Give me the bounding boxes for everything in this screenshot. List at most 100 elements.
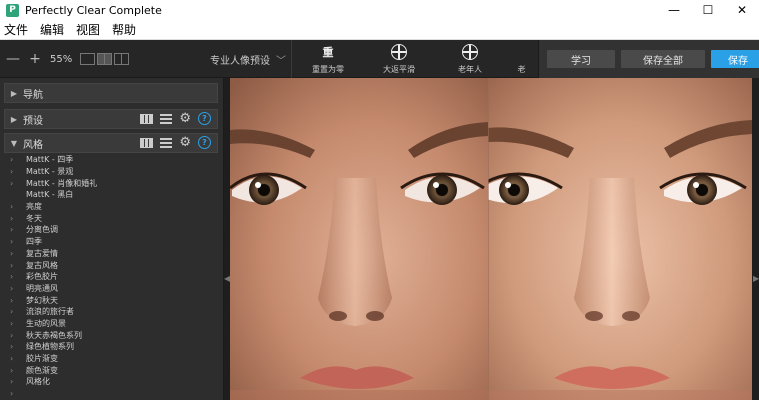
ball-icon: [462, 44, 478, 60]
reset-icon: 重: [322, 46, 334, 59]
style-list-item[interactable]: › 复古风格: [0, 259, 224, 271]
before-after-divider[interactable]: [488, 78, 489, 400]
style-item-label: 彩色胶片: [26, 272, 58, 282]
zoom-level: 55%: [50, 53, 73, 65]
style-list-item[interactable]: › 复古爱情: [0, 248, 224, 260]
view-side-by-side-button[interactable]: [114, 53, 130, 65]
left-panel: ▶ 导航 ▶ 预设 ⚙ ? ▼ 风格 ⚙ ? › MattK - 四季 › MattK…: [0, 78, 224, 400]
style-list-item[interactable]: ›: [0, 388, 224, 400]
style-item-label: 冬天: [26, 213, 42, 223]
preset-label: 老年人: [458, 65, 482, 74]
style-item-label: MattK - 黑白: [26, 190, 74, 200]
title-bar: P Perfectly Clear Complete — ☐ ✕: [0, 0, 759, 20]
gear-icon[interactable]: ⚙: [179, 136, 191, 149]
style-list-item[interactable]: › 亮度: [0, 201, 224, 213]
maximize-button[interactable]: ☐: [691, 0, 725, 20]
style-item-label: MattK - 四季: [26, 155, 74, 165]
section-styles[interactable]: ▼ 风格 ⚙ ?: [4, 133, 218, 153]
chevron-right-icon: ›: [10, 178, 14, 188]
style-list-item[interactable]: › 分离色调: [0, 224, 224, 236]
help-icon[interactable]: ?: [198, 112, 211, 125]
style-item-label: 四季: [26, 237, 42, 247]
chevron-down-icon: ﹀: [276, 56, 286, 67]
chevron-right-icon: ›: [10, 272, 14, 282]
style-list-item[interactable]: › 四季: [0, 236, 224, 248]
after-image: [488, 78, 752, 400]
style-list-item[interactable]: › 绿色植物系列: [0, 341, 224, 353]
save-all-button[interactable]: 保存全部: [621, 50, 705, 68]
preset-partial-button[interactable]: 老: [505, 42, 538, 76]
chevron-right-icon: ›: [10, 260, 14, 270]
preset-label: 重置为零: [312, 65, 344, 74]
collapse-right-icon: ▶: [10, 114, 18, 124]
grid-view-icon[interactable]: [140, 137, 154, 148]
list-view-icon[interactable]: [160, 113, 173, 124]
chevron-right-icon: ›: [10, 202, 14, 212]
menu-file[interactable]: 文件: [0, 21, 34, 38]
chevron-right-icon: ›: [10, 318, 14, 328]
style-item-label: 流浪的旅行者: [26, 307, 74, 317]
style-item-label: 绿色植物系列: [26, 342, 74, 352]
learn-button[interactable]: 学习: [547, 50, 615, 68]
close-button[interactable]: ✕: [725, 0, 759, 20]
image-preview-area: ◀ ▶ ▼: [224, 78, 759, 400]
style-list-item[interactable]: › 胶片渐变: [0, 353, 224, 365]
style-item-label: 生动的风景: [26, 318, 66, 328]
list-view-icon[interactable]: [160, 137, 173, 148]
style-list-item[interactable]: › 风格化: [0, 376, 224, 388]
chevron-right-icon: ›: [10, 248, 14, 258]
style-item-label: 胶片渐变: [26, 354, 58, 364]
menu-view[interactable]: 视图: [70, 21, 106, 38]
style-item-label: MattK - 景观: [26, 167, 74, 177]
chevron-right-icon: ›: [10, 342, 14, 352]
style-list-item[interactable]: › 秋天赤褐色系列: [0, 329, 224, 341]
preset-dropdown-value: 专业人像预设: [210, 56, 270, 67]
menu-help[interactable]: 帮助: [106, 21, 142, 38]
zoom-out-button[interactable]: —: [6, 51, 20, 67]
style-list-item[interactable]: › 颜色渐变: [0, 364, 224, 376]
zoom-controls: — + 55%: [6, 51, 130, 67]
preset-smooth-button[interactable]: 大返平滑: [363, 42, 435, 76]
section-title: 风格: [23, 139, 43, 151]
style-item-label: 分离色调: [26, 225, 58, 235]
style-item-label: MattK - 肖像和婚礼: [26, 178, 98, 188]
window-controls: — ☐ ✕: [657, 0, 759, 20]
window-title: Perfectly Clear Complete: [25, 3, 162, 17]
minimize-button[interactable]: —: [657, 0, 691, 20]
style-list-item[interactable]: › MattK - 景观: [0, 166, 224, 178]
preset-elderly-button[interactable]: 老年人: [434, 42, 506, 76]
gear-icon[interactable]: ⚙: [179, 112, 191, 125]
style-list-item[interactable]: › 彩色胶片: [0, 271, 224, 283]
save-button[interactable]: 保存: [711, 50, 759, 68]
menu-edit[interactable]: 编辑: [34, 21, 70, 38]
preset-label: 老: [517, 65, 526, 74]
style-list-item[interactable]: › MattK - 肖像和婚礼: [0, 177, 224, 189]
chevron-right-icon: ›: [10, 283, 14, 293]
style-list-item[interactable]: › 明亮通风: [0, 283, 224, 295]
style-list-item[interactable]: MattK - 黑白: [0, 189, 224, 201]
chevron-right-icon: ›: [10, 295, 14, 305]
style-list-item[interactable]: › 流浪的旅行者: [0, 306, 224, 318]
preset-reset-button[interactable]: 重 重置为零: [292, 42, 364, 76]
chevron-right-icon: ›: [10, 237, 14, 247]
style-list-item[interactable]: › 梦幻秋天: [0, 294, 224, 306]
view-single-button[interactable]: [80, 53, 96, 65]
app-logo-icon: P: [6, 3, 19, 17]
chevron-right-icon: ›: [10, 225, 14, 235]
style-list-item[interactable]: › MattK - 四季: [0, 154, 224, 166]
zoom-in-button[interactable]: +: [28, 51, 42, 67]
chevron-right-icon: ›: [10, 389, 14, 399]
chevron-right-icon: ›: [10, 330, 14, 340]
preset-dropdown[interactable]: 专业人像预设 ﹀: [210, 52, 286, 67]
chevron-right-icon: ›: [10, 167, 14, 177]
view-split-button[interactable]: [97, 53, 113, 65]
grid-view-icon[interactable]: [140, 113, 154, 124]
style-list-item[interactable]: › 生动的风景: [0, 318, 224, 330]
section-presets[interactable]: ▶ 预设 ⚙ ?: [4, 109, 218, 129]
style-list-item[interactable]: › 冬天: [0, 212, 224, 224]
section-navigation[interactable]: ▶ 导航: [4, 83, 218, 103]
help-icon[interactable]: ?: [198, 136, 211, 149]
collapse-right-icon[interactable]: ▶: [753, 274, 759, 283]
chevron-right-icon: ›: [10, 377, 14, 387]
chevron-right-icon: ›: [10, 213, 14, 223]
